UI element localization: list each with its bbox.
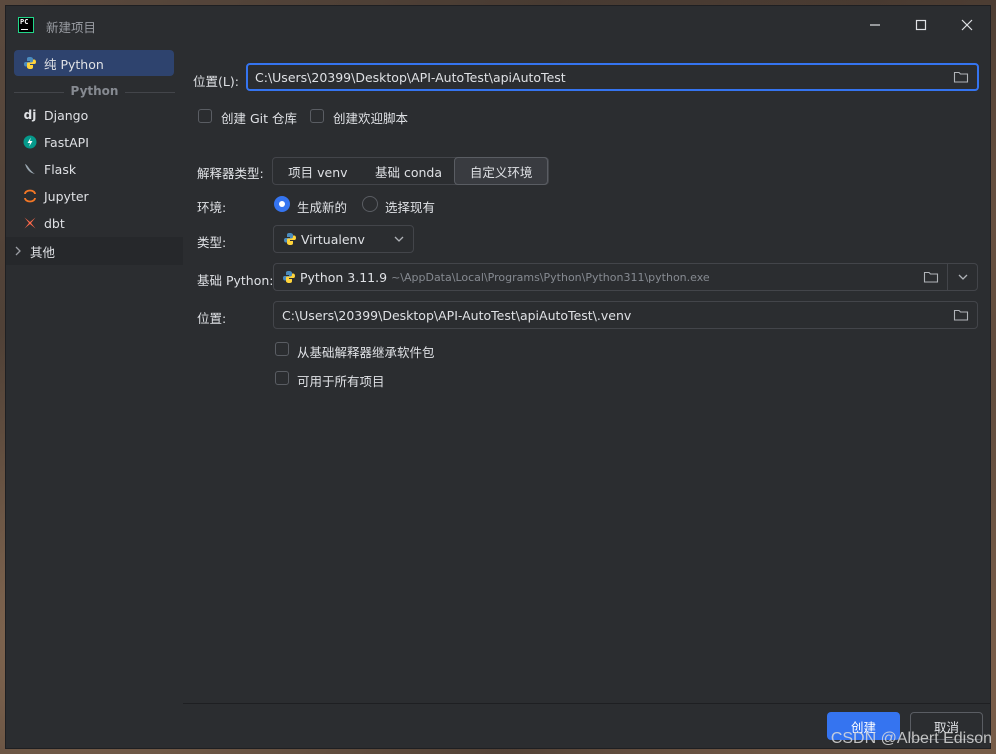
title-bar: PC 新建项目 — [6, 6, 990, 44]
folder-icon[interactable] — [953, 308, 969, 322]
sidebar-item-flask[interactable]: Flask — [14, 156, 174, 182]
base-python-select[interactable]: Python 3.11.9 ~\AppData\Local\Programs\P… — [273, 263, 978, 291]
sidebar-item-label: Jupyter — [44, 188, 89, 204]
interpreter-type-segmented: 项目 venv 基础 conda 自定义环境 — [272, 157, 549, 185]
folder-icon[interactable] — [923, 270, 939, 284]
base-python-version: Python 3.11.9 — [300, 269, 388, 285]
tab-custom-env[interactable]: 自定义环境 — [454, 157, 549, 185]
sidebar-item-label: Flask — [44, 161, 77, 177]
chevron-right-icon — [14, 246, 22, 256]
sidebar-group-python: Python — [6, 84, 183, 98]
flask-icon — [22, 161, 38, 177]
folder-icon[interactable] — [953, 70, 969, 84]
sidebar-item-jupyter[interactable]: Jupyter — [14, 183, 174, 209]
env-type-dropdown[interactable]: Virtualenv — [273, 225, 414, 253]
venv-location-input[interactable]: C:\Users\20399\Desktop\API-AutoTest\apiA… — [273, 301, 978, 329]
type-label: 类型: — [197, 235, 227, 250]
env-new-radio[interactable] — [274, 196, 290, 212]
sidebar-item-label: 其他 — [30, 244, 56, 260]
chevron-down-icon[interactable] — [958, 273, 968, 281]
create-welcome-label: 创建欢迎脚本 — [333, 111, 409, 126]
project-type-sidebar: 纯 Python Python dj Django FastAPI Flask … — [6, 44, 183, 748]
python-icon — [22, 55, 38, 71]
pycharm-logo-icon: PC — [18, 17, 34, 33]
all-projects-label: 可用于所有项目 — [297, 374, 385, 389]
tab-label: 基础 conda — [375, 164, 443, 180]
django-icon: dj — [23, 108, 37, 122]
create-git-checkbox[interactable] — [198, 109, 212, 123]
sidebar-item-fastapi[interactable]: FastAPI — [14, 129, 174, 155]
sidebar-item-label: Django — [44, 107, 89, 123]
venv-location-value: C:\Users\20399\Desktop\API-AutoTest\apiA… — [282, 307, 632, 323]
location-input-value: C:\Users\20399\Desktop\API-AutoTest\apiA… — [255, 69, 566, 85]
venv-location-label: 位置: — [197, 311, 227, 326]
inherit-packages-label: 从基础解释器继承软件包 — [297, 345, 435, 360]
tab-label: 自定义环境 — [469, 164, 533, 180]
base-python-path: ~\AppData\Local\Programs\Python\Python31… — [391, 270, 710, 284]
maximize-icon — [915, 19, 927, 31]
tab-label: 项目 venv — [288, 164, 348, 180]
watermark: CSDN @Albert Edison — [830, 730, 992, 747]
env-label: 环境: — [197, 200, 227, 215]
close-button[interactable] — [944, 6, 990, 44]
location-input[interactable]: C:\Users\20399\Desktop\API-AutoTest\apiA… — [246, 63, 979, 91]
base-python-label: 基础 Python: — [197, 273, 274, 288]
minimize-button[interactable] — [852, 6, 898, 44]
sidebar-item-label: 纯 Python — [44, 56, 104, 72]
divider — [947, 264, 948, 290]
jupyter-icon — [22, 188, 38, 204]
python-icon — [282, 270, 296, 284]
minimize-icon — [870, 24, 880, 26]
interpreter-type-label: 解释器类型: — [197, 166, 264, 181]
all-projects-checkbox[interactable] — [275, 371, 289, 385]
env-existing-radio[interactable] — [362, 196, 378, 212]
env-existing-label: 选择现有 — [385, 200, 436, 215]
env-new-label: 生成新的 — [297, 200, 348, 215]
fastapi-icon — [22, 134, 38, 150]
maximize-button[interactable] — [898, 6, 944, 44]
create-welcome-checkbox[interactable] — [310, 109, 324, 123]
new-project-dialog: PC 新建项目 纯 Python Python dj Django FastAP… — [5, 5, 991, 749]
window-title: 新建项目 — [46, 20, 97, 35]
sidebar-item-dbt[interactable]: dbt — [14, 210, 174, 236]
create-git-label: 创建 Git 仓库 — [221, 111, 298, 126]
env-type-value: Virtualenv — [301, 231, 365, 247]
virtualenv-icon — [283, 232, 297, 246]
sidebar-item-django[interactable]: dj Django — [14, 102, 174, 128]
sidebar-item-other[interactable]: 其他 — [6, 237, 183, 265]
close-icon — [961, 19, 973, 31]
dbt-icon — [22, 215, 38, 231]
location-label: 位置(L): — [193, 74, 239, 89]
sidebar-item-label: dbt — [44, 215, 65, 231]
sidebar-item-pure-python[interactable]: 纯 Python — [14, 50, 174, 76]
project-settings-panel: 位置(L): C:\Users\20399\Desktop\API-AutoTe… — [183, 44, 990, 704]
tab-base-conda[interactable]: 基础 conda — [363, 158, 455, 184]
tab-project-venv[interactable]: 项目 venv — [273, 158, 363, 184]
inherit-packages-checkbox[interactable] — [275, 342, 289, 356]
chevron-down-icon — [394, 235, 404, 243]
sidebar-item-label: FastAPI — [44, 134, 89, 150]
